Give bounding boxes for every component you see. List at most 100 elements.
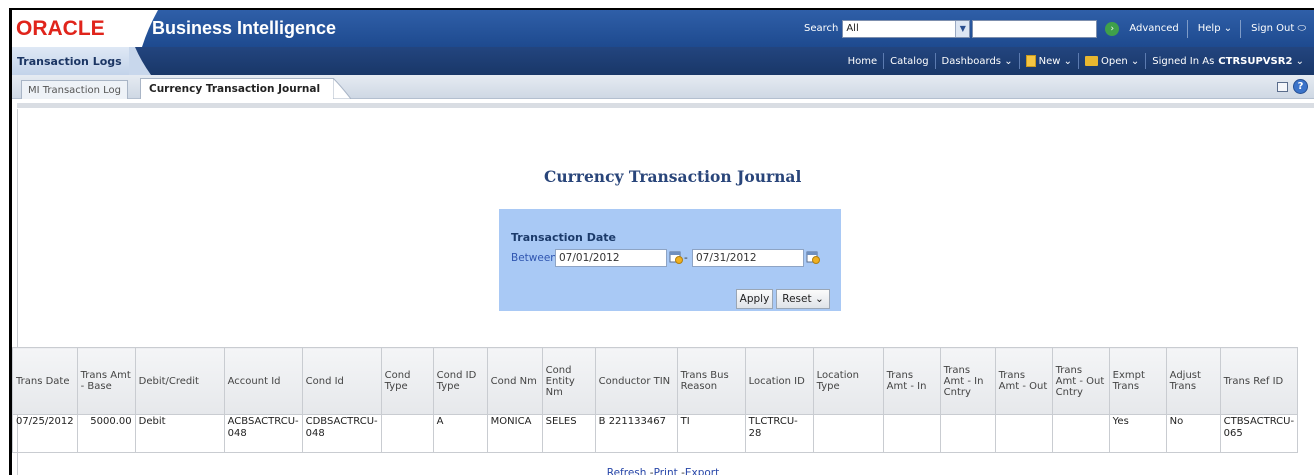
table-cell [1051, 414, 1110, 453]
reset-button[interactable]: Reset ⌄ [776, 289, 830, 309]
advanced-link[interactable]: Advanced [1125, 23, 1182, 34]
table-cell: TI [676, 414, 746, 453]
sign-out-icon: ⬭ [1297, 23, 1306, 34]
column-header[interactable]: Trans Amt - Base [76, 347, 136, 415]
table-cell: B 221133467 [594, 414, 678, 453]
user-menu[interactable]: Signed In As CTRSUPVSR2 ⌄ [1146, 56, 1310, 67]
apply-button[interactable]: Apply [736, 289, 773, 309]
table-cell: Yes [1108, 414, 1167, 453]
nav-new[interactable]: New ⌄ [1020, 55, 1078, 67]
calendar-icon[interactable] [669, 250, 683, 264]
browser-frame: ORACLE Business Intelligence Search All … [9, 8, 1314, 475]
column-header[interactable]: Trans Amt - In Cntry [939, 347, 996, 415]
column-header[interactable]: Cond ID Type [432, 347, 488, 415]
report-links: Refresh -Print -Export [12, 467, 1314, 475]
refresh-link[interactable]: Refresh [607, 467, 647, 475]
table-cell: SELES [541, 414, 596, 453]
column-header[interactable]: Trans Amt - Out Cntry [1051, 347, 1110, 415]
column-header[interactable]: Account Id [223, 347, 303, 415]
column-header[interactable]: Cond Entity Nm [541, 347, 596, 415]
help-icon[interactable]: ? [1293, 79, 1308, 94]
table-cell: 5000.00 [76, 414, 136, 453]
chevron-down-icon: ⌄ [1223, 23, 1233, 34]
table-header-row: Trans Date Trans Amt - Base Debit/Credit… [12, 347, 1299, 415]
column-header[interactable]: Trans Date [12, 347, 78, 415]
column-header[interactable]: Cond Nm [486, 347, 543, 415]
nav-dashboards-label: Dashboards [941, 55, 1002, 67]
table-cell [380, 414, 434, 453]
section-band [17, 103, 1314, 108]
active-tab-swoosh [333, 78, 351, 99]
dashboard-swoosh [129, 47, 151, 75]
sign-out-label: Sign Out [1251, 23, 1295, 34]
divider [1240, 19, 1242, 38]
nav-open[interactable]: Open ⌄ [1079, 56, 1145, 67]
column-header[interactable]: Cond Id [301, 347, 382, 415]
page-options-icon[interactable] [1277, 81, 1288, 92]
logo-container: ORACLE [12, 10, 142, 47]
search-go-icon[interactable]: › [1105, 21, 1120, 36]
top-margin [0, 0, 1314, 8]
chevron-down-icon: ⌄ [1004, 55, 1013, 67]
date-prompt: Transaction Date Between 07/01/2012 - 07… [499, 209, 841, 311]
table-cell [994, 414, 1053, 453]
column-header[interactable]: Cond Type [380, 347, 434, 415]
column-header[interactable]: Adjust Trans [1165, 347, 1221, 415]
column-header[interactable]: Debit/Credit [134, 347, 225, 415]
table-cell: CTBSACTRCU-065 [1219, 414, 1299, 453]
search-label: Search [803, 23, 839, 34]
help-menu[interactable]: Help ⌄ [1194, 23, 1236, 34]
search-scope-value: All [846, 23, 859, 34]
header-tools: Search All ▼ › Advanced Help ⌄ Sign Out … [804, 10, 1314, 47]
transaction-table: Trans Date Trans Amt - Base Debit/Credit… [12, 347, 1299, 453]
nav-new-label: New [1038, 55, 1061, 67]
table-cell: ACBSACTRCU-048 [223, 414, 303, 453]
search-scope-select[interactable]: All ▼ [842, 19, 971, 38]
sign-out-link[interactable]: Sign Out ⬭ [1247, 23, 1310, 34]
divider [1186, 19, 1188, 38]
chevron-down-icon: ⌄ [1295, 55, 1304, 67]
column-header[interactable]: Location Type [812, 347, 884, 415]
column-header[interactable]: Exmpt Trans [1108, 347, 1167, 415]
table-cell: Debit [134, 414, 225, 453]
date-range-dash: - [684, 252, 688, 264]
reset-label: Reset [782, 293, 812, 305]
report-content: Currency Transaction Journal Transaction… [12, 101, 1314, 475]
column-header[interactable]: Trans Ref ID [1219, 347, 1299, 415]
new-document-icon [1025, 55, 1036, 67]
table-cell: No [1165, 414, 1221, 453]
print-link[interactable]: Print [654, 467, 678, 475]
table-cell [939, 414, 996, 453]
column-header[interactable]: Conductor TIN [594, 347, 678, 415]
table-cell: A [432, 414, 488, 453]
export-link[interactable]: Export [685, 467, 719, 475]
product-title: Business Intelligence [152, 18, 337, 38]
help-label: Help [1197, 23, 1221, 34]
table-cell: 07/25/2012 [12, 414, 78, 453]
oracle-logo: ORACLE [16, 16, 105, 40]
column-header[interactable]: Trans Bus Reason [676, 347, 746, 415]
table-cell [882, 414, 941, 453]
tab-mi-transaction-log[interactable]: MI Transaction Log [21, 80, 129, 99]
nav-dashboards[interactable]: Dashboards ⌄ [936, 56, 1019, 67]
column-header[interactable]: Trans Amt - In [882, 347, 941, 415]
chevron-down-icon: ⌄ [814, 293, 824, 305]
chevron-down-icon: ⌄ [1130, 55, 1140, 67]
prompt-label: Transaction Date [511, 231, 616, 244]
column-header[interactable]: Trans Amt - Out [994, 347, 1053, 415]
table-row: 07/25/2012 5000.00 Debit ACBSACTRCU-048 … [12, 414, 1299, 453]
page-tools: ? [1277, 79, 1308, 94]
signed-in-label: Signed In As [1152, 55, 1215, 67]
calendar-icon[interactable] [806, 250, 820, 264]
to-date-input[interactable]: 07/31/2012 [692, 249, 804, 267]
dashboard-bar: Transaction Logs Home Catalog Dashboards… [12, 47, 1314, 75]
table-cell: TLCTRCU-28 [744, 414, 814, 453]
nav-home[interactable]: Home [842, 56, 884, 67]
tab-currency-transaction-journal[interactable]: Currency Transaction Journal [140, 78, 334, 99]
nav-catalog[interactable]: Catalog [884, 56, 934, 67]
chevron-down-icon: ⌄ [1063, 55, 1072, 67]
from-date-input[interactable]: 07/01/2012 [555, 249, 667, 267]
page-tabs: MI Transaction Log Currency Transaction … [12, 75, 1314, 99]
search-input[interactable] [972, 19, 1098, 38]
column-header[interactable]: Location ID [744, 347, 814, 415]
